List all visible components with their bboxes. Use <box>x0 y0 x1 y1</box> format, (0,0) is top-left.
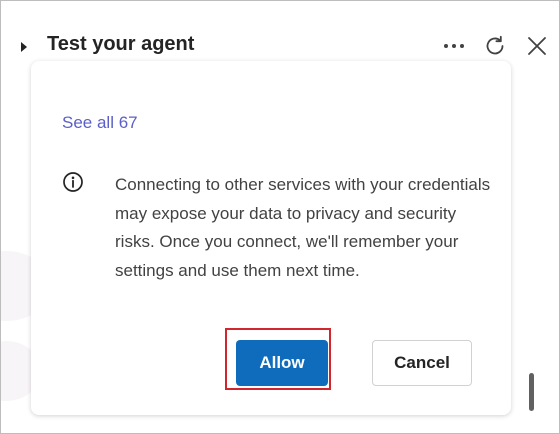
caret-right-icon <box>21 42 27 52</box>
close-icon <box>528 37 546 55</box>
security-warning-text: Connecting to other services with your c… <box>115 175 491 280</box>
more-horizontal-icon <box>444 44 464 48</box>
connection-consent-card: See all 67 Connecting to other services … <box>31 61 511 415</box>
expand-button[interactable] <box>17 37 31 57</box>
scrollbar-thumb[interactable] <box>529 373 534 411</box>
see-all-link[interactable]: See all 67 <box>62 113 138 133</box>
refresh-icon <box>486 35 504 55</box>
allow-button[interactable]: Allow <box>236 340 328 386</box>
close-button[interactable] <box>524 33 550 59</box>
info-icon <box>63 172 83 192</box>
cancel-button[interactable]: Cancel <box>372 340 472 386</box>
test-agent-panel: Test your agent See all 67 Connecting to… <box>0 0 560 434</box>
refresh-button[interactable] <box>482 33 508 59</box>
panel-header: Test your agent <box>1 1 559 85</box>
more-options-button[interactable] <box>441 33 467 59</box>
panel-title: Test your agent <box>47 33 195 55</box>
